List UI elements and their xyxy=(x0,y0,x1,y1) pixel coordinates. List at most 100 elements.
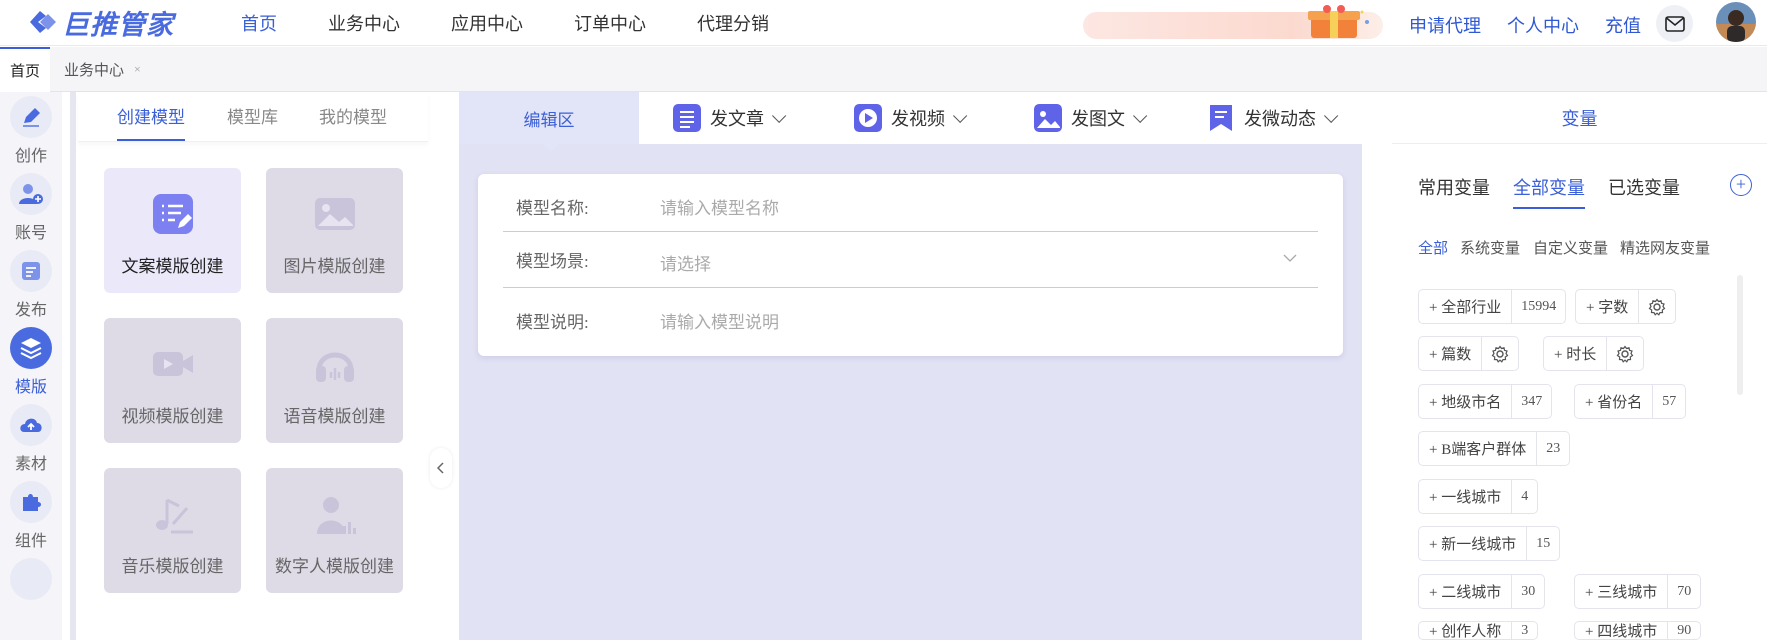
template-panel: 创建模型 模型库 我的模型 文案模版创建 图片模版创建 视频模版创建 语音模版创… xyxy=(78,92,428,640)
sidebar-item-component[interactable]: 组件 xyxy=(0,481,62,551)
sidebar-item-account[interactable]: 账号 xyxy=(0,173,62,243)
card-music-template[interactable]: 音乐模版创建 xyxy=(104,468,241,593)
variable-chip[interactable]: + 全部行业 15994 xyxy=(1418,289,1567,324)
sidebar-item-create[interactable]: 创作 xyxy=(0,96,62,166)
chip-label: + 一线城市 xyxy=(1429,490,1502,506)
brand-name: 巨推管家 xyxy=(62,9,174,41)
sidebar-item-more[interactable] xyxy=(0,558,62,600)
variable-chip[interactable]: + 四线城市 90 xyxy=(1574,621,1702,640)
tab-home-label: 首页 xyxy=(9,64,40,80)
chip-count: 347 xyxy=(1511,384,1551,419)
card-label: 图片模版创建 xyxy=(283,257,386,276)
variable-chip[interactable]: + 三线城市 70 xyxy=(1574,574,1702,609)
sidebar-item-label: 创作 xyxy=(14,148,47,165)
add-variable-button[interactable]: + xyxy=(1730,174,1752,196)
model-scene-select[interactable]: 请选择 xyxy=(660,250,711,275)
chevron-down-icon[interactable] xyxy=(1283,254,1297,262)
variable-chip[interactable]: + 一线城市 4 xyxy=(1418,479,1539,514)
recharge-link[interactable]: 充值 xyxy=(1605,12,1641,38)
variable-chip[interactable]: + 字数 xyxy=(1575,289,1677,324)
top-links: 申请代理 个人中心 充值 xyxy=(1409,12,1667,38)
gear-icon[interactable] xyxy=(1638,289,1675,324)
variable-chip[interactable]: + 二线城市 30 xyxy=(1418,574,1546,609)
card-label: 音乐模版创建 xyxy=(121,557,224,576)
logo[interactable]: 巨推管家 xyxy=(26,4,174,41)
tab-post-video[interactable]: 发视频 xyxy=(854,92,968,144)
variable-chip[interactable]: + B端客户群体 23 xyxy=(1418,431,1571,466)
sidebar-item-publish[interactable]: 发布 xyxy=(0,250,62,320)
chip-count: 15994 xyxy=(1511,289,1565,324)
user-center-link[interactable]: 个人中心 xyxy=(1507,12,1579,38)
variable-chip[interactable]: + 篇数 xyxy=(1418,336,1520,371)
tab-label: 发图文 xyxy=(1071,109,1125,129)
model-scene-row: 模型场景: 请选择 xyxy=(503,232,1318,288)
tab-label: 发微动态 xyxy=(1244,109,1316,129)
chip-label: + 创作人称 xyxy=(1429,624,1502,640)
nav-item-business[interactable]: 业务中心 xyxy=(328,10,400,36)
variable-chip[interactable]: + 时长 xyxy=(1543,336,1645,371)
chip-label: + 四线城市 xyxy=(1585,624,1658,640)
card-label: 语音模版创建 xyxy=(283,407,386,426)
collapse-panel-button[interactable] xyxy=(430,448,452,488)
model-name-input[interactable]: 请输入模型名称 xyxy=(660,194,779,219)
sidebar-item-material[interactable]: 素材 xyxy=(0,404,62,474)
gift-icon[interactable] xyxy=(1305,4,1375,40)
tab-business[interactable]: 业务中心 × xyxy=(64,47,141,92)
tab-edit-area[interactable]: 编辑区 xyxy=(459,92,639,151)
pen-icon xyxy=(10,96,52,138)
filter-featured[interactable]: 精选网友变量 xyxy=(1620,237,1710,258)
editor-tabs: 编辑区 发文章 发视频 发图文 发微动态 xyxy=(459,92,1362,151)
image-icon xyxy=(1034,104,1062,132)
variable-chip[interactable]: + 创作人称 3 xyxy=(1418,621,1539,640)
sidebar-item-template[interactable]: 模版 xyxy=(0,327,62,397)
tab-post-micro[interactable]: 发微动态 xyxy=(1207,92,1339,144)
nav-item-agent[interactable]: 代理分销 xyxy=(697,10,769,36)
model-desc-input[interactable]: 请输入模型说明 xyxy=(660,308,779,333)
bookmark-icon xyxy=(1210,105,1232,131)
close-icon[interactable]: × xyxy=(134,62,141,77)
card-text-template[interactable]: 文案模版创建 xyxy=(104,168,241,293)
tab-all-variables[interactable]: 全部变量 xyxy=(1513,174,1585,209)
chip-label: + 字数 xyxy=(1586,300,1629,316)
tab-create-model[interactable]: 创建模型 xyxy=(117,103,185,141)
chip-count: 90 xyxy=(1667,622,1700,639)
mail-button[interactable] xyxy=(1656,5,1693,42)
tab-selected-variables[interactable]: 已选变量 xyxy=(1608,174,1680,200)
card-video-template[interactable]: 视频模版创建 xyxy=(104,318,241,443)
chip-label: + 时长 xyxy=(1554,347,1597,363)
filter-custom[interactable]: 自定义变量 xyxy=(1533,237,1608,258)
nav-item-orders[interactable]: 订单中心 xyxy=(574,10,646,36)
chip-count: 70 xyxy=(1667,574,1700,609)
filter-all[interactable]: 全部 xyxy=(1418,237,1448,258)
tab-home[interactable]: 首页 xyxy=(0,47,50,92)
model-desc-label: 模型说明: xyxy=(516,313,589,332)
card-digital-human-template[interactable]: 数字人模版创建 xyxy=(266,468,403,593)
card-audio-template[interactable]: 语音模版创建 xyxy=(266,318,403,443)
chip-count: 4 xyxy=(1511,479,1537,514)
chip-count: 3 xyxy=(1511,622,1537,639)
chip-label: + 三线城市 xyxy=(1585,585,1658,601)
apply-agent-link[interactable]: 申请代理 xyxy=(1409,12,1481,38)
chip-label: + 全部行业 xyxy=(1429,300,1502,316)
gear-icon[interactable] xyxy=(1481,336,1518,371)
variable-chip[interactable]: + 地级市名 347 xyxy=(1418,384,1553,419)
nav-item-home[interactable]: 首页 xyxy=(241,10,277,36)
chevron-down-icon xyxy=(953,108,968,123)
avatar[interactable] xyxy=(1716,2,1756,42)
filter-system[interactable]: 系统变量 xyxy=(1460,237,1520,258)
tab-business-label: 业务中心 xyxy=(64,63,125,79)
variable-chip[interactable]: + 新一线城市 15 xyxy=(1418,526,1561,561)
sidebar-scrollbar[interactable] xyxy=(70,92,76,640)
tab-post-image-text[interactable]: 发图文 xyxy=(1034,92,1148,144)
variables-scrollbar[interactable] xyxy=(1737,275,1743,395)
gear-icon[interactable] xyxy=(1606,336,1643,371)
top-bar: 巨推管家 首页 业务中心 应用中心 订单中心 代理分销 申请代理 个人中心 充值 xyxy=(0,0,1767,46)
tab-my-models[interactable]: 我的模型 xyxy=(319,103,387,128)
variable-chip[interactable]: + 省份名 57 xyxy=(1574,384,1687,419)
chevron-down-icon xyxy=(1324,108,1339,123)
tab-post-article[interactable]: 发文章 xyxy=(673,92,787,144)
card-image-template[interactable]: 图片模版创建 xyxy=(266,168,403,293)
tab-common-variables[interactable]: 常用变量 xyxy=(1418,174,1490,200)
nav-item-apps[interactable]: 应用中心 xyxy=(451,10,523,36)
tab-model-library[interactable]: 模型库 xyxy=(227,103,278,128)
